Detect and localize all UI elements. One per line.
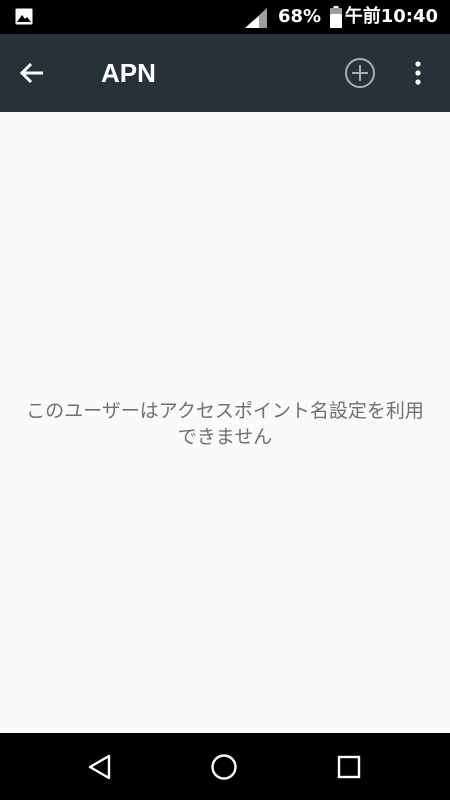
empty-state-message: このユーザーはアクセスポイント名設定を利用できません (26, 400, 424, 448)
more-vert-icon (415, 61, 421, 85)
nav-back-triangle-icon (88, 754, 111, 780)
page-title: APN (101, 58, 156, 88)
gallery-icon (15, 8, 33, 25)
system-nav-bar (0, 733, 450, 800)
overflow-menu-button[interactable] (400, 53, 436, 93)
apn-screen: 68% 午前10:40 APN このユーザーはアクセスポイント名設定を利用できま… (0, 0, 450, 800)
app-toolbar: APN (0, 34, 450, 112)
add-circle-icon (345, 58, 375, 88)
arrow-back-icon (19, 62, 43, 84)
content-area: このユーザーはアクセスポイント名設定を利用できません (0, 112, 450, 733)
back-button[interactable] (12, 53, 52, 93)
status-bar: 68% 午前10:40 (0, 0, 450, 34)
nav-recents-button[interactable] (327, 745, 371, 789)
cell-signal-icon (245, 8, 267, 28)
nav-back-button[interactable] (78, 745, 122, 789)
add-apn-button[interactable] (340, 53, 380, 93)
nav-recents-square-icon (337, 755, 361, 779)
battery-percent: 68% (278, 6, 322, 27)
battery-icon (330, 6, 342, 28)
status-clock: 午前10:40 (344, 6, 438, 27)
nav-home-circle-icon (211, 754, 237, 780)
nav-home-button[interactable] (202, 745, 246, 789)
